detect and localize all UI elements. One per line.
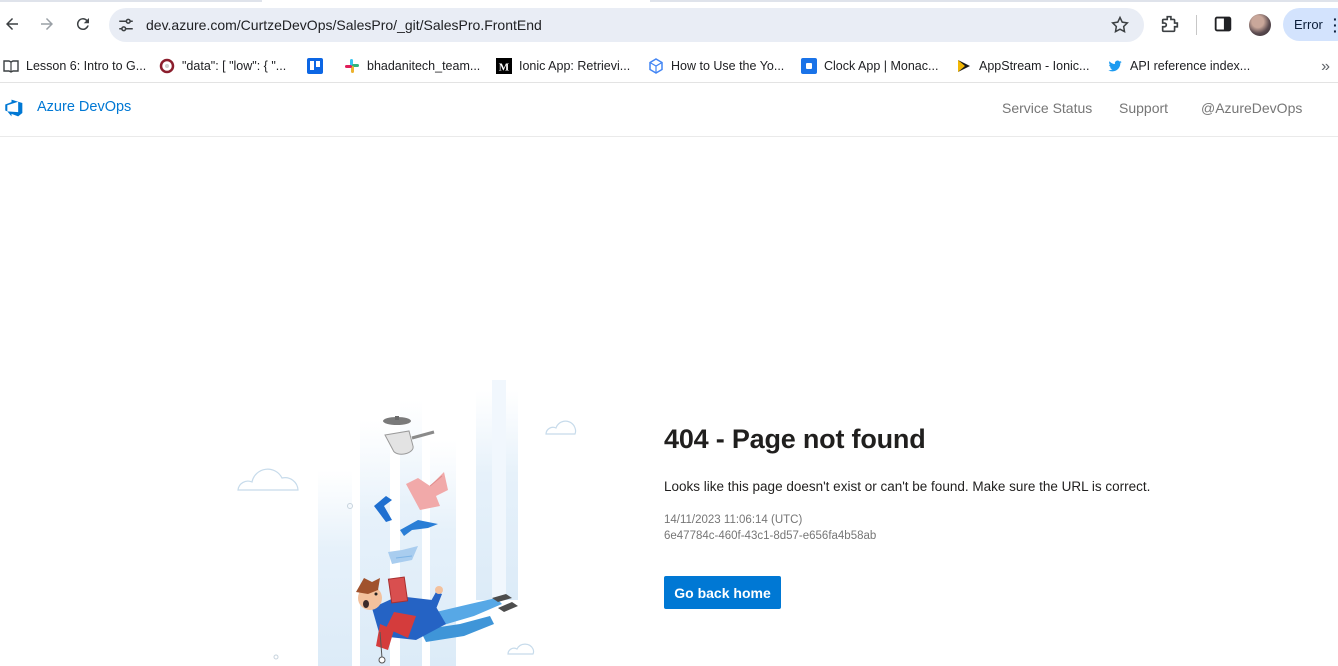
error-timestamp: 14/11/2023 11:06:14 (UTC) <box>664 514 803 526</box>
support-link[interactable]: Support <box>1119 100 1168 116</box>
tab-strip-edge <box>650 0 1338 2</box>
toolbar-divider <box>1196 15 1197 35</box>
book-icon <box>3 58 19 74</box>
bookmark-label: bhadanitech_team... <box>367 59 481 73</box>
bookmark-item[interactable]: AppStream - Ionic... <box>956 54 1089 78</box>
twitter-icon <box>1107 58 1123 74</box>
bookmark-label: API reference index... <box>1130 59 1251 73</box>
avatar[interactable] <box>1249 14 1271 36</box>
url-text[interactable]: dev.azure.com/CurtzeDevOps/SalesPro/_git… <box>146 17 542 33</box>
bookmark-item[interactable]: Lesson 6: Intro to G... <box>3 54 146 78</box>
page-title: 404 - Page not found <box>664 424 926 454</box>
forward-icon[interactable] <box>35 12 59 36</box>
profile-error-label: Error <box>1294 17 1323 32</box>
bookmark-item[interactable] <box>307 54 330 78</box>
more-icon[interactable]: · · · <box>1333 12 1338 38</box>
profile-error-button[interactable]: Error · · · <box>1283 8 1338 41</box>
cube-icon <box>648 58 664 74</box>
bookmark-item[interactable]: Clock App | Monac... <box>801 54 938 78</box>
browser-toolbar: dev.azure.com/CurtzeDevOps/SalesPro/_git… <box>0 0 1338 50</box>
bookmark-item[interactable]: "data": [ "low": { "... <box>159 54 286 78</box>
svg-text:M: M <box>499 62 510 74</box>
azure-devops-logo-icon[interactable] <box>4 98 24 118</box>
bookmark-item[interactable]: bhadanitech_team... <box>344 54 480 78</box>
reload-icon[interactable] <box>71 12 95 36</box>
square-app-icon <box>801 58 817 74</box>
back-icon[interactable] <box>0 12 24 36</box>
trello-icon <box>307 58 323 74</box>
circle-icon <box>159 58 175 74</box>
side-panel-icon[interactable] <box>1212 13 1234 35</box>
site-info-icon[interactable] <box>117 16 135 34</box>
extensions-icon[interactable] <box>1159 13 1181 35</box>
medium-icon: M <box>496 58 512 74</box>
bookmark-item[interactable]: M Ionic App: Retrievi... <box>496 54 630 78</box>
go-back-home-button[interactable]: Go back home <box>664 576 781 609</box>
brand-link[interactable]: Azure DevOps <box>37 99 131 115</box>
bookmark-item[interactable]: How to Use the Yo... <box>648 54 784 78</box>
bookmark-item[interactable]: API reference index... <box>1107 54 1250 78</box>
slack-icon <box>344 58 360 74</box>
falling-person-illustration <box>237 380 577 666</box>
bookmark-label: Lesson 6: Intro to G... <box>26 59 147 73</box>
tab-strip-edge <box>0 0 262 2</box>
bookmark-star-icon[interactable] <box>1110 15 1130 35</box>
service-status-link[interactable]: Service Status <box>1002 100 1092 116</box>
bookmarks-overflow-icon[interactable]: » <box>1321 58 1330 76</box>
bookmark-label: "data": [ "low": { "... <box>182 59 287 73</box>
appstream-icon <box>956 58 972 74</box>
bookmarks-bar: Lesson 6: Intro to G... "data": [ "low":… <box>0 50 1338 82</box>
bookmark-label: AppStream - Ionic... <box>979 59 1090 73</box>
azure-header: Azure DevOps Service Status Support @Azu… <box>0 83 1338 137</box>
bookmark-label: How to Use the Yo... <box>671 59 785 73</box>
azure-devops-twitter-link[interactable]: @AzureDevOps <box>1201 100 1302 116</box>
activity-id: 6e47784c-460f-43c1-8d57-e656fa4b58ab <box>664 530 877 542</box>
bookmark-label: Ionic App: Retrievi... <box>519 59 631 73</box>
bookmark-label: Clock App | Monac... <box>824 59 939 73</box>
address-bar[interactable]: dev.azure.com/CurtzeDevOps/SalesPro/_git… <box>109 8 1144 42</box>
error-description: Looks like this page doesn't exist or ca… <box>664 479 1151 494</box>
